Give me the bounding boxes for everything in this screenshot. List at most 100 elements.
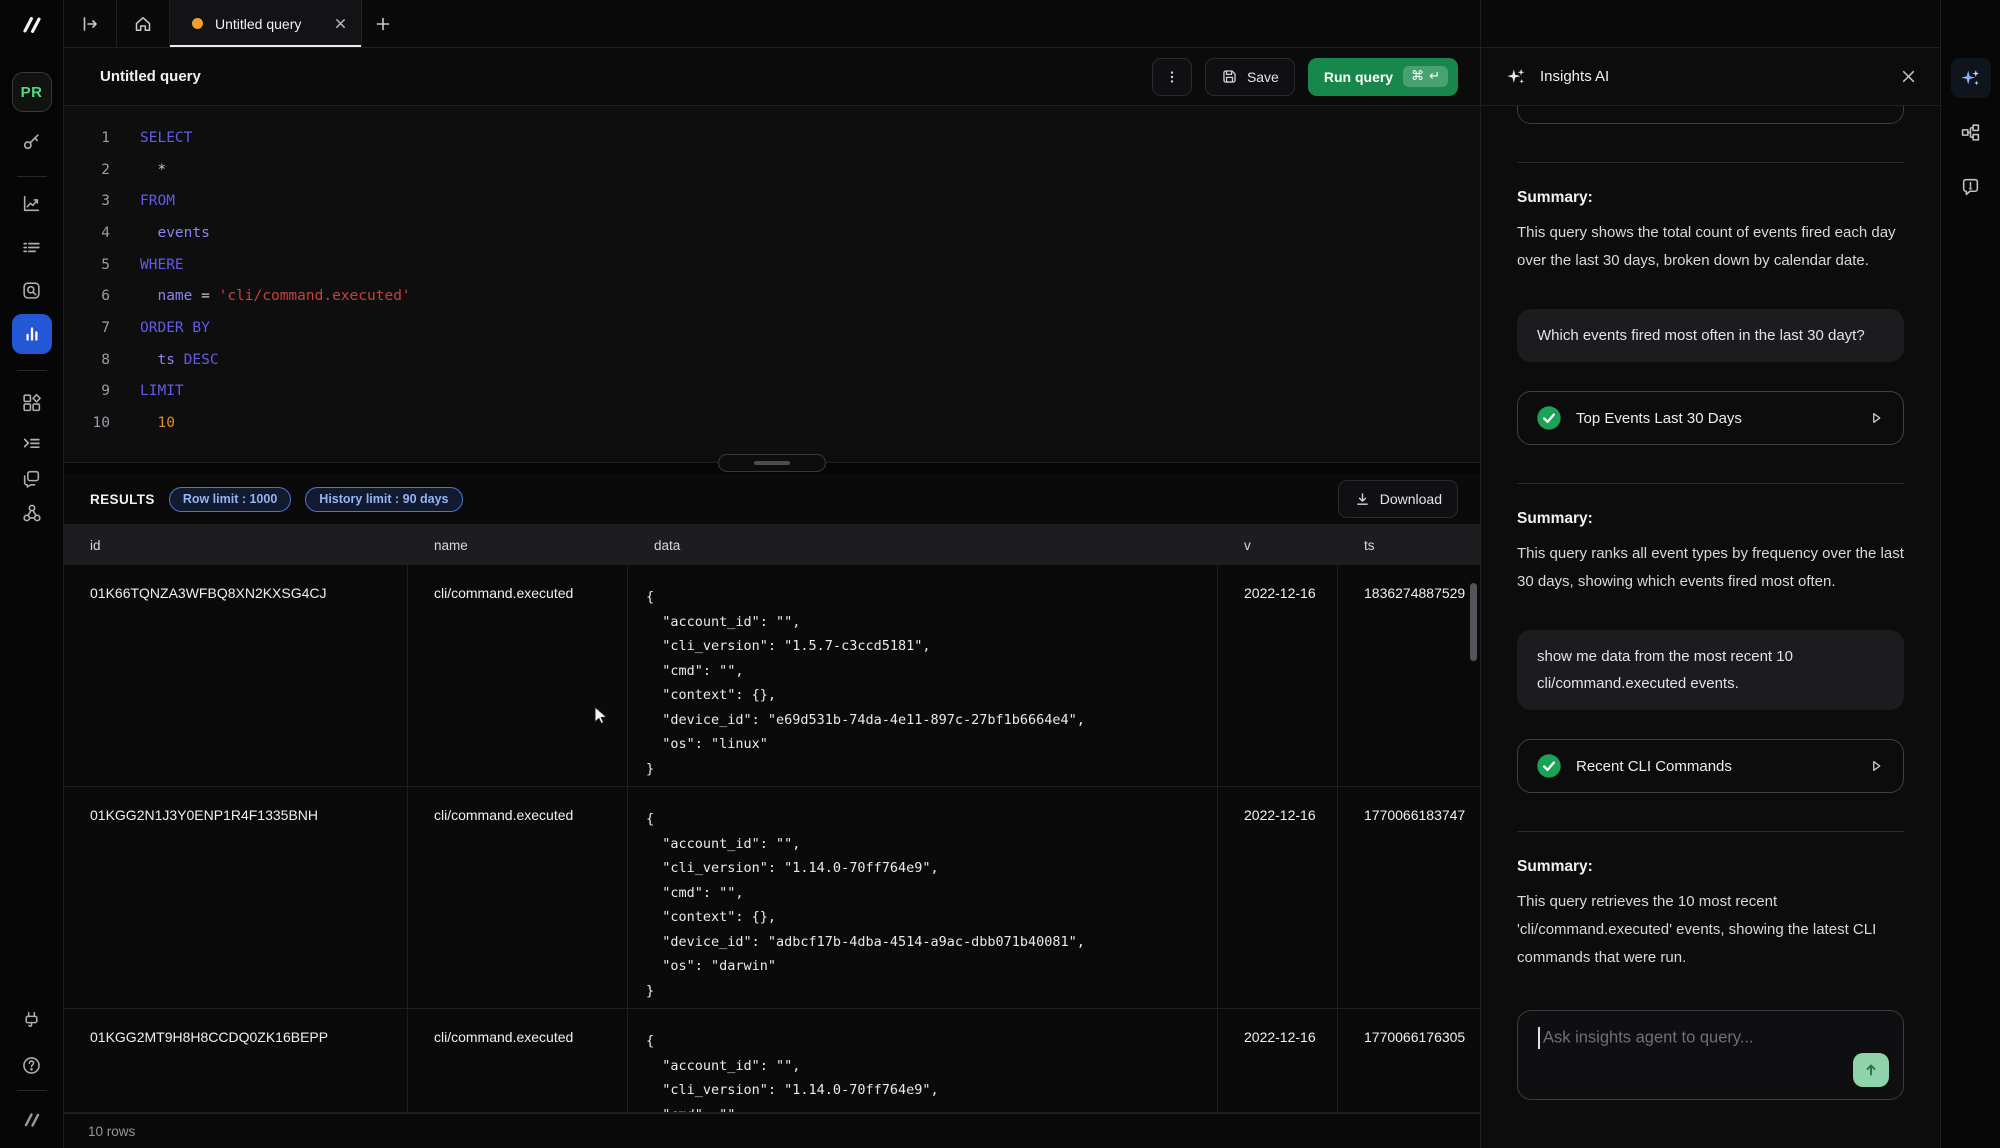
query-result-card[interactable]: Recent CLI Commands — [1517, 739, 1904, 793]
play-icon[interactable] — [1867, 757, 1885, 775]
code-line: events — [110, 225, 210, 241]
line-number: 7 — [64, 320, 110, 336]
table-row[interactable]: 01KGG2N1J3Y0ENP1R4F1335BNH cli/command.e… — [64, 787, 1480, 1009]
play-icon[interactable] — [1867, 409, 1885, 427]
ask-agent-input[interactable]: Ask insights agent to query... — [1517, 1010, 1904, 1100]
editor-line[interactable]: 8 ts DESC — [64, 344, 1480, 376]
cell-name: cli/command.executed — [408, 1009, 628, 1112]
collapse-sidebar-button[interactable] — [64, 0, 117, 47]
run-query-button[interactable]: Run query ⌘ ↵ — [1308, 58, 1458, 96]
history-limit-badge[interactable]: History limit : 90 days — [305, 487, 462, 512]
editor-line[interactable]: 1SELECT — [64, 122, 1480, 154]
cell-name: cli/command.executed — [408, 787, 628, 1008]
user-question-bubble: show me data from the most recent 10 cli… — [1517, 630, 1904, 710]
summary-text: This query ranks all event types by freq… — [1517, 540, 1904, 596]
download-button[interactable]: Download — [1338, 480, 1458, 518]
enter-key-icon: ↵ — [1429, 69, 1440, 84]
sidebar-divider — [17, 370, 47, 371]
editor-line[interactable]: 2 * — [64, 154, 1480, 186]
run-query-label: Run query — [1324, 69, 1393, 85]
events-list-icon[interactable] — [13, 228, 51, 266]
json-payload: { "account_id": "", "cli_version": "1.14… — [646, 807, 1207, 1003]
results-toolbar: RESULTS Row limit : 1000 History limit :… — [64, 474, 1480, 524]
splitter-handle[interactable] — [718, 454, 826, 472]
table-row[interactable]: 01KGG2MT9H8H8CCDQ0ZK16BEPP cli/command.e… — [64, 1009, 1480, 1113]
close-panel-icon[interactable] — [1901, 69, 1916, 84]
insights-ai-tab-icon[interactable] — [1951, 58, 1991, 98]
input-placeholder: Ask insights agent to query... — [1543, 1029, 1754, 1047]
sql-editor[interactable]: 1SELECT2 *3FROM4 events5WHERE6 name = 'c… — [64, 106, 1480, 462]
table-scrollbar-thumb[interactable] — [1470, 583, 1477, 661]
feedback-icon[interactable] — [1951, 166, 1991, 206]
more-options-button[interactable] — [1152, 58, 1192, 96]
main-area: Untitled query Untitled query Save — [64, 0, 1480, 1148]
schema-tree-icon[interactable] — [1951, 112, 1991, 152]
tab-label: Untitled query — [215, 16, 301, 32]
code-line: ts DESC — [110, 352, 219, 368]
editor-line[interactable]: 10 10 — [64, 407, 1480, 439]
app-window: PR — [0, 0, 2000, 1148]
table-row[interactable]: 01K66TQNZA3WFBQ8XN2KXSG4CJ cli/command.e… — [64, 565, 1480, 787]
cell-ts: 1770066176305 — [1338, 1009, 1480, 1112]
section-divider — [1517, 483, 1904, 484]
tab-untitled-query[interactable]: Untitled query — [170, 0, 362, 47]
run-shortcut-badge: ⌘ ↵ — [1403, 66, 1448, 87]
editor-line[interactable]: 5WHERE — [64, 249, 1480, 281]
code-line: ORDER BY — [110, 320, 210, 336]
code-line: FROM — [110, 193, 175, 209]
line-number: 5 — [64, 257, 110, 273]
query-result-card[interactable]: Top Events Last 30 Days — [1517, 391, 1904, 445]
status-bar: 10 rows — [64, 1113, 1480, 1148]
send-button[interactable] — [1853, 1053, 1889, 1087]
download-label: Download — [1380, 491, 1442, 507]
query-bar-chart-icon-active[interactable] — [12, 314, 52, 354]
query-card-label: Recent CLI Commands — [1576, 758, 1732, 775]
scrolled-card-partial — [1517, 106, 1904, 124]
api-keys-icon[interactable] — [13, 122, 51, 160]
plus-icon — [375, 16, 391, 32]
cell-v: 2022-12-16 — [1218, 565, 1338, 786]
line-number: 2 — [64, 162, 110, 178]
apps-grid-icon[interactable] — [13, 383, 51, 421]
editor-line[interactable]: 9LIMIT — [64, 376, 1480, 408]
new-tab-button[interactable] — [362, 0, 404, 47]
section-divider — [1517, 162, 1904, 163]
panel-top-strip — [1481, 0, 1940, 48]
column-header-id[interactable]: id — [64, 525, 408, 565]
code-line: 10 — [110, 415, 175, 431]
code-line: name = 'cli/command.executed' — [110, 288, 411, 304]
insights-panel: Insights AI Summary: This query shows th… — [1480, 0, 1940, 1148]
code-line: * — [110, 162, 166, 178]
row-count: 10 rows — [88, 1124, 135, 1139]
column-header-v[interactable]: v — [1218, 525, 1338, 565]
cell-data: { "account_id": "", "cli_version": "1.14… — [628, 1009, 1218, 1112]
line-number: 9 — [64, 383, 110, 399]
column-header-name[interactable]: name — [408, 525, 628, 565]
footer-logo — [20, 1108, 44, 1132]
cell-id: 01KGG2MT9H8H8CCDQ0ZK16BEPP — [64, 1009, 408, 1112]
home-button[interactable] — [117, 0, 170, 47]
analytics-icon[interactable] — [13, 184, 51, 222]
tab-close-icon[interactable] — [334, 17, 347, 30]
summary-text: This query shows the total count of even… — [1517, 219, 1904, 275]
webhook-icon[interactable] — [13, 494, 51, 532]
column-header-data[interactable]: data — [628, 525, 1218, 565]
cell-id: 01KGG2N1J3Y0ENP1R4F1335BNH — [64, 787, 408, 1008]
cell-ts: 1836274887529 — [1338, 565, 1480, 786]
editor-line[interactable]: 3FROM — [64, 185, 1480, 217]
explore-icon[interactable] — [13, 271, 51, 309]
terminal-icon[interactable] — [13, 424, 51, 462]
editor-line[interactable]: 4 events — [64, 217, 1480, 249]
help-icon[interactable] — [13, 1046, 51, 1084]
save-button[interactable]: Save — [1205, 58, 1295, 96]
line-number: 1 — [64, 130, 110, 146]
chat-icon[interactable] — [13, 459, 51, 497]
avatar[interactable]: PR — [12, 72, 52, 112]
query-title: Untitled query — [100, 68, 201, 85]
section-divider — [1517, 831, 1904, 832]
column-header-ts[interactable]: ts — [1338, 525, 1480, 565]
row-limit-badge[interactable]: Row limit : 1000 — [169, 487, 291, 512]
editor-line[interactable]: 7ORDER BY — [64, 312, 1480, 344]
integrations-plug-icon[interactable] — [13, 1000, 51, 1038]
editor-line[interactable]: 6 name = 'cli/command.executed' — [64, 280, 1480, 312]
